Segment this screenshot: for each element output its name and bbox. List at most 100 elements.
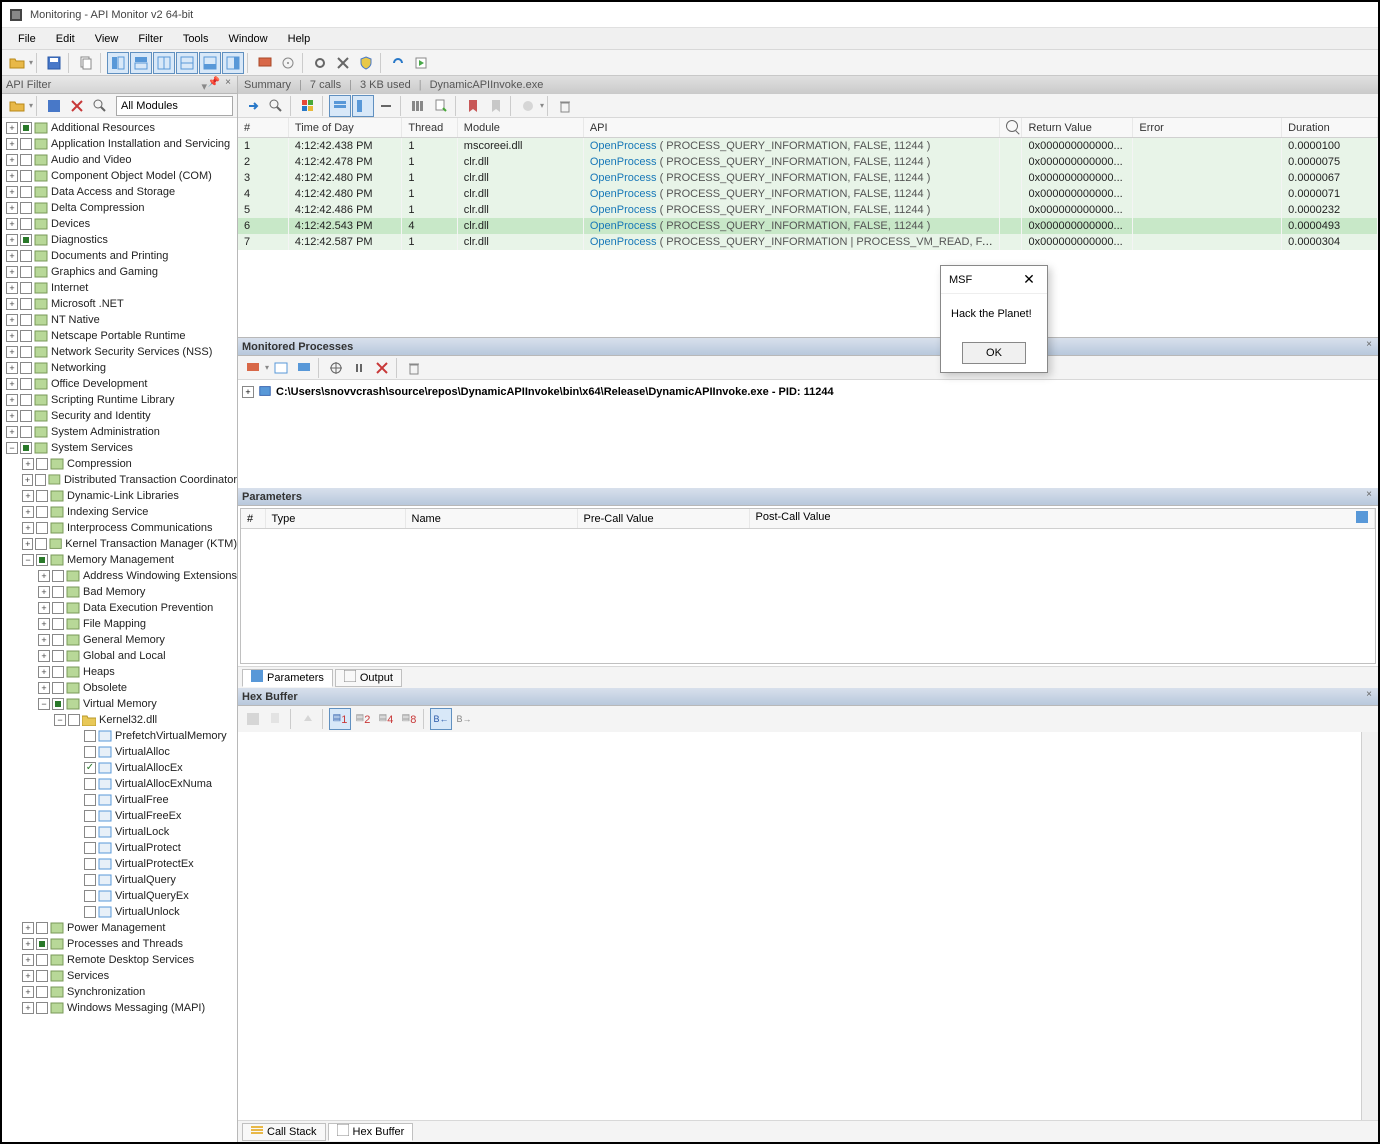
toggle-icon[interactable]: +	[6, 250, 18, 262]
toggle-icon[interactable]: −	[54, 714, 66, 726]
column-header[interactable]: Time of Day	[288, 118, 401, 138]
toggle-icon[interactable]: +	[22, 474, 33, 486]
toggle-icon[interactable]: +	[38, 682, 50, 694]
param-column-header[interactable]: #	[241, 509, 265, 529]
open-icon[interactable]	[6, 52, 28, 74]
api-call-row[interactable]: 24:12:42.478 PM1clr.dllOpenProcess ( PRO…	[238, 154, 1378, 170]
toggle-icon[interactable]: +	[22, 954, 34, 966]
trash2-icon[interactable]	[403, 357, 425, 379]
checkbox[interactable]	[20, 202, 32, 214]
tree-node[interactable]: VirtualAllocEx	[2, 760, 237, 776]
panel4-icon[interactable]	[176, 52, 198, 74]
toggle-icon[interactable]: +	[6, 186, 18, 198]
checkbox[interactable]	[20, 250, 32, 262]
checkbox[interactable]	[20, 282, 32, 294]
hex-le-icon[interactable]: B←	[430, 708, 452, 730]
toggle-icon[interactable]: +	[6, 234, 18, 246]
checkbox[interactable]	[20, 266, 32, 278]
tree-node[interactable]: +Network Security Services (NSS)	[2, 344, 237, 360]
monitor2-icon[interactable]	[293, 357, 315, 379]
api-call-row[interactable]: 74:12:42.587 PM1clr.dllOpenProcess ( PRO…	[238, 234, 1378, 250]
checkbox[interactable]	[36, 522, 48, 534]
column-header[interactable]: Duration	[1282, 118, 1378, 138]
refresh-icon[interactable]	[387, 52, 409, 74]
tree-node[interactable]: +Global and Local	[2, 648, 237, 664]
arrow-right-icon[interactable]	[242, 95, 264, 117]
export-icon[interactable]	[430, 95, 452, 117]
param-column-header[interactable]: Name	[405, 509, 577, 529]
tree-node[interactable]: +Networking	[2, 360, 237, 376]
tree-node[interactable]: +Power Management	[2, 920, 237, 936]
checkbox[interactable]	[20, 170, 32, 182]
checkbox[interactable]	[36, 554, 48, 566]
checkbox[interactable]	[20, 442, 32, 454]
tree-node[interactable]: +Delta Compression	[2, 200, 237, 216]
tree-node[interactable]: +Compression	[2, 456, 237, 472]
tree-node[interactable]: VirtualQueryEx	[2, 888, 237, 904]
tree-node[interactable]: +Office Development	[2, 376, 237, 392]
close-icon[interactable]: ×	[1362, 689, 1376, 703]
toggle-icon[interactable]: +	[6, 378, 18, 390]
tree-node[interactable]: VirtualFreeEx	[2, 808, 237, 824]
checkbox[interactable]	[52, 650, 64, 662]
trash-icon[interactable]	[554, 95, 576, 117]
toggle-icon[interactable]: −	[38, 698, 50, 710]
column-header[interactable]: Error	[1133, 118, 1282, 138]
pause-icon[interactable]	[348, 357, 370, 379]
dialog-titlebar[interactable]: MSF ✕	[941, 266, 1047, 294]
checkbox[interactable]	[36, 506, 48, 518]
target-icon[interactable]	[277, 52, 299, 74]
checkbox[interactable]	[36, 490, 48, 502]
toggle-icon[interactable]: +	[22, 538, 33, 550]
checkbox[interactable]	[52, 570, 64, 582]
window-icon[interactable]	[270, 357, 292, 379]
toggle-icon[interactable]: +	[6, 298, 18, 310]
checkbox[interactable]	[52, 586, 64, 598]
tree-node[interactable]: +Netscape Portable Runtime	[2, 328, 237, 344]
hex-1byte-icon[interactable]: ▤1	[329, 708, 351, 730]
tree-node[interactable]: +Audio and Video	[2, 152, 237, 168]
toggle-icon[interactable]: +	[6, 138, 18, 150]
gear-icon[interactable]	[309, 52, 331, 74]
panel1-icon[interactable]	[107, 52, 129, 74]
menu-window[interactable]: Window	[221, 31, 276, 47]
tree-node[interactable]: VirtualAlloc	[2, 744, 237, 760]
toggle-icon[interactable]: +	[22, 490, 34, 502]
toggle-icon[interactable]: +	[6, 314, 18, 326]
tree-node[interactable]: +Additional Resources	[2, 120, 237, 136]
panel3-icon[interactable]	[153, 52, 175, 74]
checkbox[interactable]	[84, 826, 96, 838]
columns-icon[interactable]	[407, 95, 429, 117]
monitor-icon[interactable]	[254, 52, 276, 74]
checkbox[interactable]	[20, 218, 32, 230]
checkbox[interactable]	[36, 938, 48, 950]
toggle-icon[interactable]: +	[38, 634, 50, 646]
tree-node[interactable]: +Documents and Printing	[2, 248, 237, 264]
tree-node[interactable]: +Data Execution Prevention	[2, 600, 237, 616]
tree-node[interactable]: +Bad Memory	[2, 584, 237, 600]
tree-node[interactable]: VirtualLock	[2, 824, 237, 840]
expand-icon[interactable]: +	[242, 386, 254, 398]
tab-parameters[interactable]: Parameters	[242, 669, 333, 687]
toggle-icon[interactable]: +	[22, 922, 34, 934]
tree-node[interactable]: +Address Windowing Extensions	[2, 568, 237, 584]
tools-icon[interactable]	[332, 52, 354, 74]
column-header[interactable]: API	[583, 118, 999, 138]
tree-node[interactable]: +Scripting Runtime Library	[2, 392, 237, 408]
checkbox[interactable]	[20, 314, 32, 326]
checkbox[interactable]	[20, 346, 32, 358]
column-header[interactable]: Return Value	[1022, 118, 1133, 138]
checkbox[interactable]	[68, 714, 80, 726]
find-icon[interactable]	[265, 95, 287, 117]
open-filter-icon[interactable]	[6, 95, 28, 117]
menu-tools[interactable]: Tools	[175, 31, 217, 47]
bookmark-next-icon[interactable]	[485, 95, 507, 117]
checkbox[interactable]	[20, 138, 32, 150]
checkbox[interactable]	[36, 986, 48, 998]
toggle-icon[interactable]: +	[6, 218, 18, 230]
checkbox[interactable]	[36, 970, 48, 982]
checkbox[interactable]	[20, 154, 32, 166]
api-calls-grid[interactable]: #Time of DayThreadModuleAPIReturn ValueE…	[238, 118, 1378, 338]
tree-node[interactable]: +Internet	[2, 280, 237, 296]
tree-node[interactable]: −Memory Management	[2, 552, 237, 568]
